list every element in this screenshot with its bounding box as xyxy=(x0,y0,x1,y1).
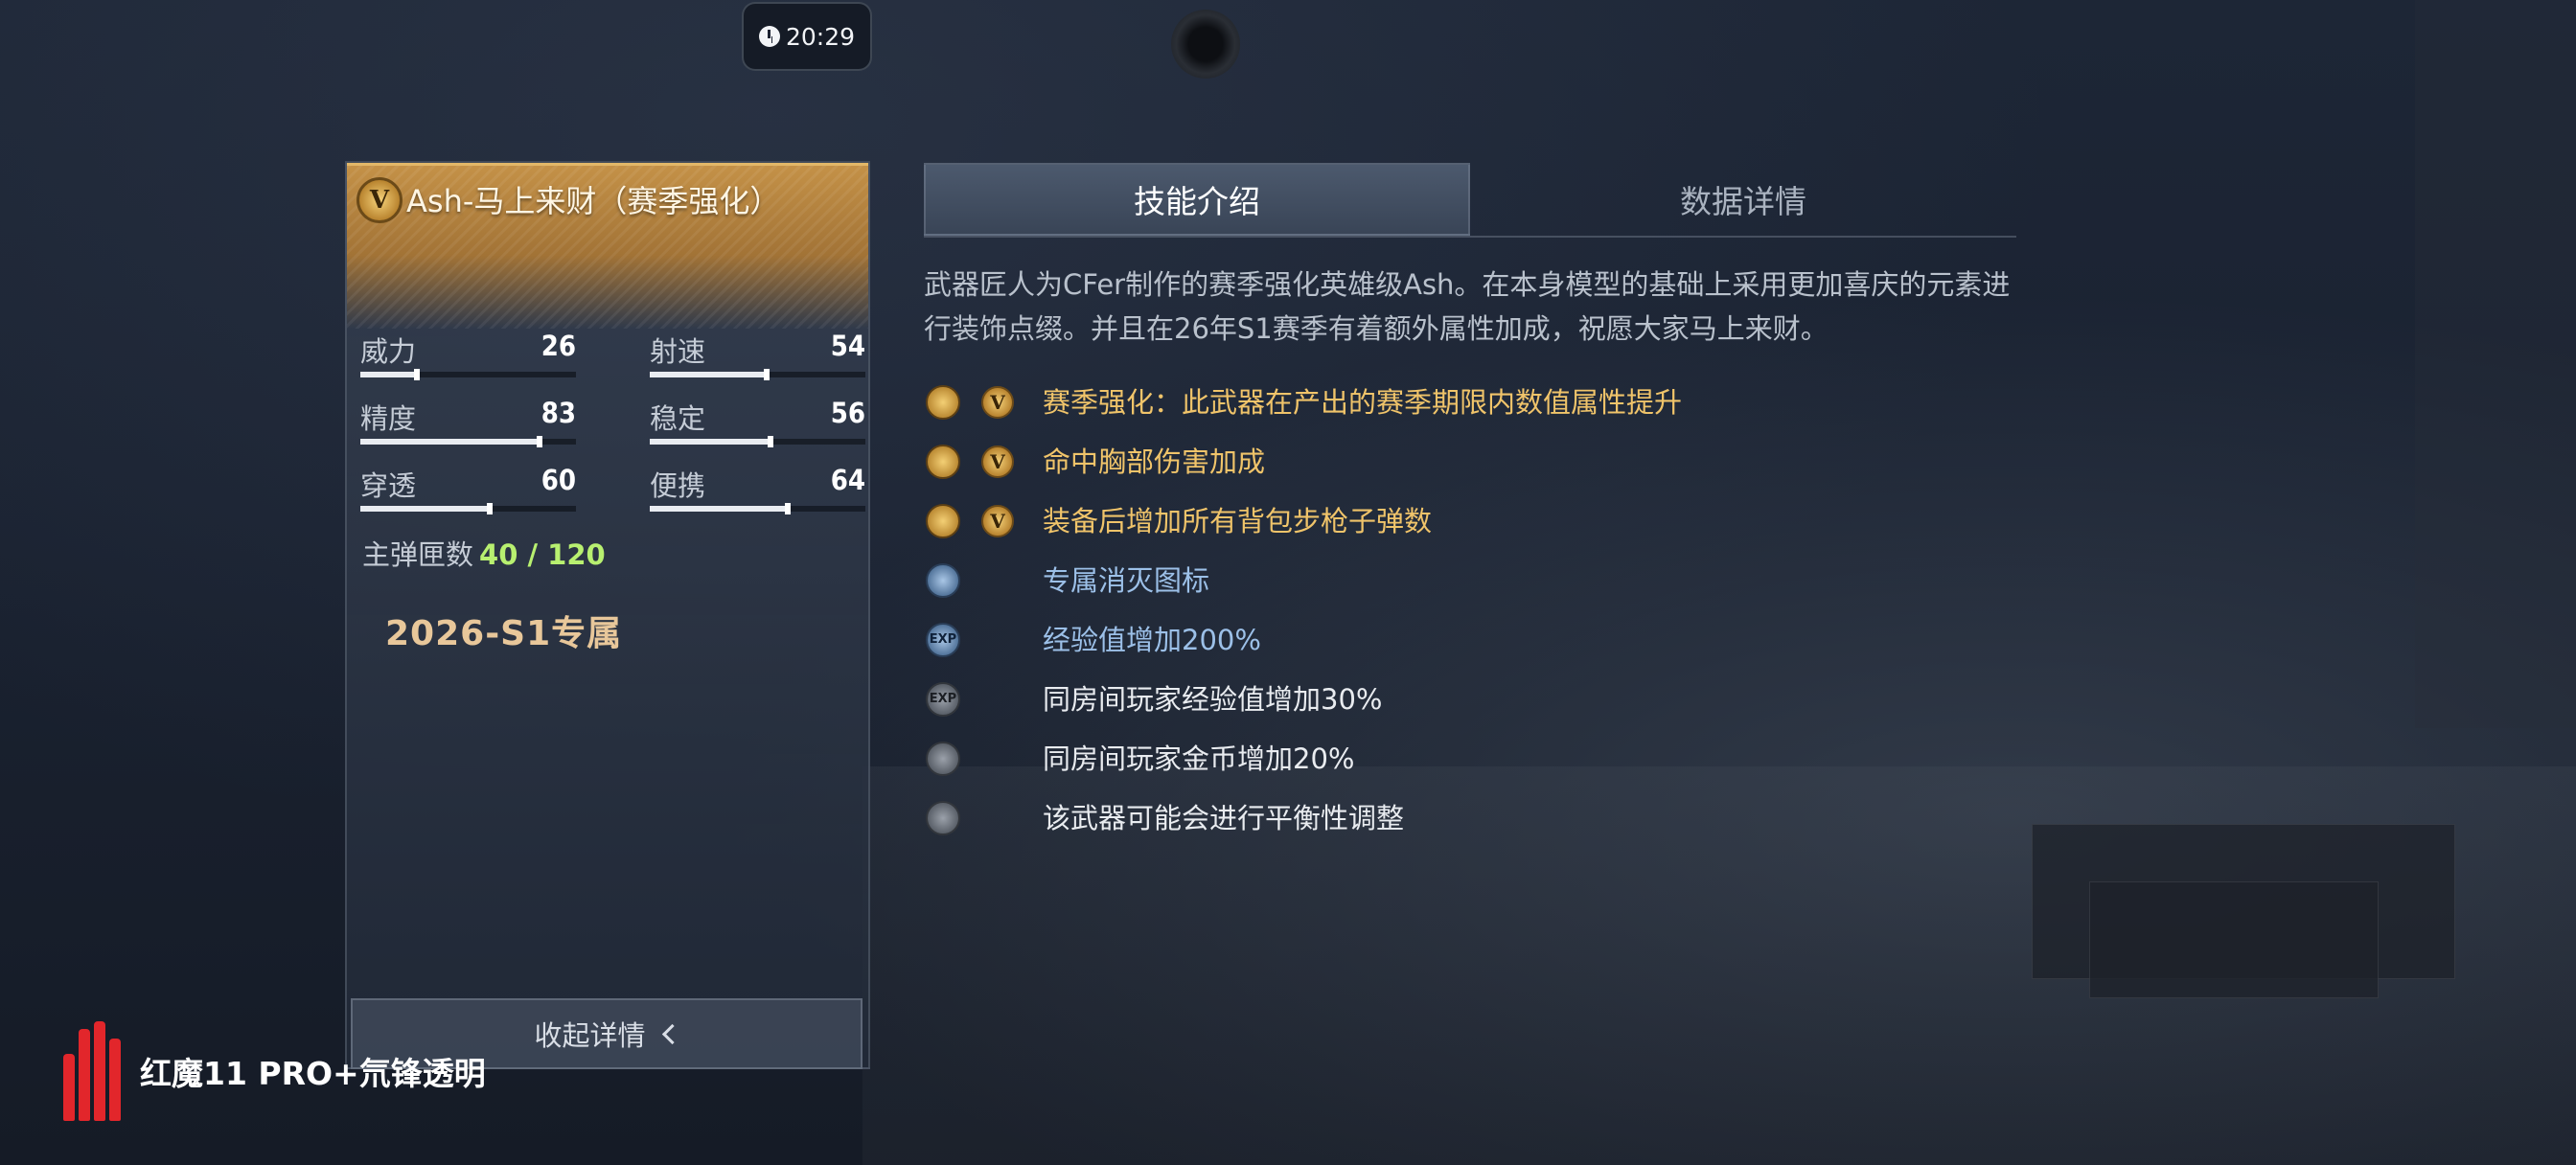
chevron-left-icon xyxy=(661,1023,682,1044)
stat-bar xyxy=(650,369,865,380)
stat-accuracy: 精度 83 xyxy=(360,397,576,447)
weapon-card: V Ash-马上来财（赛季强化） 威力 26 射速 54 精度 83 稳定 56… xyxy=(345,161,870,1069)
weapon-description: 武器匠人为CFer制作的赛季强化英雄级Ash。在本身模型的基础上采用更加喜庆的元… xyxy=(924,268,2011,345)
tab-bar: 技能介绍 数据详情 xyxy=(924,163,2016,238)
stat-value: 64 xyxy=(830,464,865,496)
feature-item: V 命中胸部伤害加成 xyxy=(926,443,2076,481)
clock-time: 20:29 xyxy=(785,22,856,51)
room-exp-icon: EXP xyxy=(926,682,960,717)
watermark-text: 红魔11 PRO+氘锋透明 xyxy=(140,1055,486,1092)
device-watermark: 红魔11 PRO+氘锋透明 xyxy=(59,1021,486,1121)
feature-text: 同房间玩家金币增加20% xyxy=(1043,742,1355,775)
background-pillar xyxy=(2415,0,2576,728)
clock-pill: 20:29 xyxy=(742,2,872,71)
ammo-bonus-icon xyxy=(926,504,960,538)
stat-bar xyxy=(650,503,865,514)
stat-bar-knob xyxy=(768,436,773,447)
feature-item: 该武器可能会进行平衡性调整 xyxy=(926,799,2076,837)
ammo-value: 40 / 120 xyxy=(479,538,606,571)
stat-value: 54 xyxy=(830,330,865,362)
weapon-card-header: V Ash-马上来财（赛季强化） xyxy=(347,163,868,329)
ammo-label: 主弹匣数 xyxy=(362,538,474,571)
red-magic-logo xyxy=(59,1021,130,1121)
feature-item: EXP 经验值增加200% xyxy=(926,621,2076,659)
feature-item: 专属消灭图标 xyxy=(926,561,2076,600)
feature-text: 同房间玩家经验值增加30% xyxy=(1043,683,1383,716)
collapse-details-label: 收起详情 xyxy=(534,1019,646,1052)
exp-icon: EXP xyxy=(926,623,960,657)
stat-bar-fill xyxy=(650,506,788,512)
season-tag: 2026-S1专属 xyxy=(385,614,623,653)
tab-details[interactable]: 数据详情 xyxy=(1470,163,2016,236)
ammo-row: 主弹匣数 40 / 120 xyxy=(362,533,606,573)
stat-bar xyxy=(360,369,576,380)
stat-bar xyxy=(360,503,576,514)
stat-power: 威力 26 xyxy=(360,330,576,380)
stat-label: 稳定 xyxy=(650,402,706,435)
tab-details-label: 数据详情 xyxy=(1680,183,1806,220)
stat-fire-rate: 射速 54 xyxy=(650,330,865,380)
stat-value: 26 xyxy=(540,330,576,362)
feature-text: 装备后增加所有背包步枪子弹数 xyxy=(1043,505,1433,537)
tab-skills[interactable]: 技能介绍 xyxy=(924,163,1470,236)
stat-label: 便携 xyxy=(650,469,706,502)
stat-bar xyxy=(360,436,576,447)
stat-penetration: 穿透 60 xyxy=(360,464,576,514)
stat-bar-knob xyxy=(487,503,493,514)
balance-icon xyxy=(926,801,960,835)
chest-damage-icon xyxy=(926,445,960,479)
kill-mark-icon xyxy=(926,563,960,598)
stat-value: 60 xyxy=(540,464,576,496)
feature-text: 该武器可能会进行平衡性调整 xyxy=(1043,802,1405,834)
camera-cutout xyxy=(1171,10,1240,79)
feature-item: 同房间玩家金币增加20% xyxy=(926,740,2076,778)
v-rank-icon: V xyxy=(981,386,1014,419)
stat-bar xyxy=(650,436,865,447)
feature-text: 赛季强化：此武器在产出的赛季期限内数值属性提升 xyxy=(1043,386,1683,419)
feature-item: V 赛季强化：此武器在产出的赛季期限内数值属性提升 xyxy=(926,383,2076,422)
stat-bar-knob xyxy=(537,436,542,447)
stat-value: 83 xyxy=(540,397,576,429)
feature-text: 经验值增加200% xyxy=(1043,624,1261,656)
weapon-title: Ash-马上来财（赛季强化） xyxy=(406,183,781,219)
feature-text: 命中胸部伤害加成 xyxy=(1043,445,1266,478)
room-gold-icon xyxy=(926,742,960,776)
stat-bar-knob xyxy=(764,369,770,380)
stat-stability: 稳定 56 xyxy=(650,397,865,447)
stat-portability: 便携 64 xyxy=(650,464,865,514)
background-crate xyxy=(2089,881,2379,998)
stat-bar-knob xyxy=(785,503,791,514)
stat-label: 射速 xyxy=(650,335,706,368)
season-up-icon xyxy=(926,385,960,420)
tab-skills-label: 技能介绍 xyxy=(1134,183,1260,220)
stat-label: 穿透 xyxy=(360,469,417,502)
stat-bar-fill xyxy=(650,372,767,377)
v-rank-icon: V xyxy=(981,445,1014,478)
stat-value: 56 xyxy=(830,397,865,429)
stat-label: 精度 xyxy=(360,402,417,435)
v-rank-icon: V xyxy=(356,177,402,223)
v-rank-icon: V xyxy=(981,505,1014,537)
feature-item: EXP 同房间玩家经验值增加30% xyxy=(926,680,2076,719)
feature-text: 专属消灭图标 xyxy=(1043,564,1210,597)
clock-icon xyxy=(758,26,780,47)
stat-bar-knob xyxy=(414,369,420,380)
stat-label: 威力 xyxy=(360,335,417,368)
stat-bar-fill xyxy=(650,439,770,445)
feature-item: V 装备后增加所有背包步枪子弹数 xyxy=(926,502,2076,540)
stat-bar-fill xyxy=(360,372,417,377)
stat-bar-fill xyxy=(360,439,540,445)
stat-bar-fill xyxy=(360,506,490,512)
